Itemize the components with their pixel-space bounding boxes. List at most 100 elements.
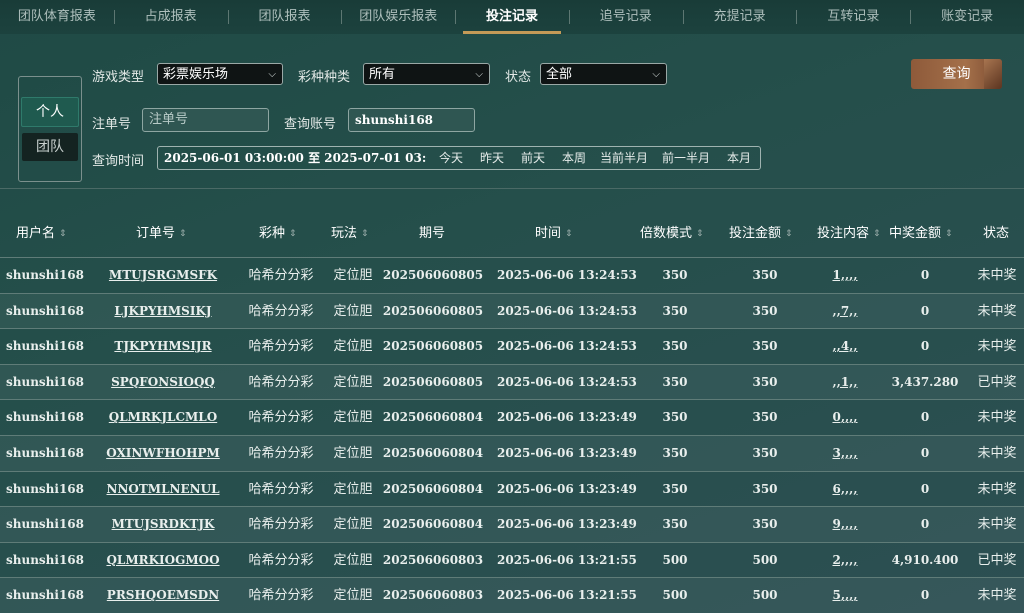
- game-type-select[interactable]: 彩票娱乐场 ⌵: [157, 63, 283, 85]
- column-header-bet-amount[interactable]: 投注金额 ⇕: [729, 215, 793, 253]
- tab-deposit-withdraw-records[interactable]: 充提记录: [682, 0, 797, 34]
- tab-team-report[interactable]: 团队报表: [227, 0, 342, 34]
- cell-status: 未中奖: [977, 410, 1017, 426]
- cell-username: shunshi168: [5, 268, 85, 282]
- order-no-placeholder: 注单号: [149, 112, 189, 127]
- tab-transfer-records[interactable]: 互转记录: [796, 0, 910, 34]
- cell-username: shunshi168: [5, 481, 85, 496]
- status-label: 状态: [505, 70, 532, 85]
- sort-arrows-icon[interactable]: ⇕: [785, 229, 793, 239]
- sort-arrows-icon[interactable]: ⇕: [361, 229, 369, 239]
- column-header-play[interactable]: 玩法 ⇕: [331, 215, 369, 253]
- header-label: 投注金额: [729, 226, 782, 241]
- column-header-lottery[interactable]: 彩种 ⇕: [259, 215, 297, 253]
- cell-time: 2025-06-06 13:24:53: [497, 339, 637, 354]
- cell-order-no[interactable]: NNOTMLNENUL: [103, 472, 223, 507]
- cell-status: 未中奖: [977, 268, 1017, 283]
- cell-time: 2025-06-06 13:24:53: [497, 374, 637, 389]
- cell-issue: 202506060804: [382, 445, 484, 460]
- chevron-down-icon: ⌵: [268, 69, 276, 80]
- table-row: shunshi168 LJKPYHMSIKJ 哈希分分彩 定位胆 20250606080…: [0, 292, 1024, 329]
- cell-order-no[interactable]: PRSHQOEMSDN: [103, 578, 223, 613]
- cell-issue: 202506060803: [382, 588, 484, 603]
- cell-issue: 202506060805: [382, 268, 484, 282]
- game-type-value: 彩票娱乐场: [163, 67, 229, 82]
- sort-arrows-icon[interactable]: ⇕: [696, 229, 704, 239]
- quick-range-today[interactable]: 今天: [439, 147, 463, 169]
- tab-bet-records[interactable]: 投注记录: [455, 0, 569, 34]
- order-no-input[interactable]: 注单号: [142, 108, 269, 132]
- column-header-issue: 期号: [419, 226, 446, 241]
- table-row: shunshi168 PRSHQOEMSDN 哈希分分彩 定位胆 20250606080…: [0, 577, 1024, 613]
- chevron-down-icon: ⌵: [475, 69, 483, 80]
- status-select[interactable]: 全部 ⌵: [540, 63, 667, 85]
- quick-range-this-month[interactable]: 本月: [727, 147, 751, 169]
- column-header-win-amount[interactable]: 中奖金额 ⇕: [889, 215, 953, 253]
- team-toggle-button[interactable]: 团队: [22, 133, 78, 161]
- column-header-time[interactable]: 时间 ⇕: [535, 215, 573, 253]
- cell-username: shunshi168: [5, 339, 85, 354]
- lottery-type-label: 彩种种类: [298, 70, 351, 85]
- tab-share-report[interactable]: 占成报表: [113, 0, 228, 34]
- table-header: 用户名 ⇕ 订单号 ⇕ 彩种 ⇕ 玩法 ⇕ 期号 时间 ⇕ 倍数模式 ⇕ 投注金额 ⇕ 投注内…: [0, 215, 1024, 253]
- sort-arrows-icon[interactable]: ⇕: [179, 229, 187, 239]
- tab-team-entertainment-report[interactable]: 团队娱乐报表: [341, 0, 455, 34]
- tab-team-sports-report[interactable]: 团队体育报表: [0, 0, 114, 34]
- cell-order-no[interactable]: LJKPYHMSIKJ: [103, 294, 223, 329]
- account-value: shunshi168: [355, 113, 434, 127]
- cell-order-no[interactable]: QLMRKIOGMOO: [103, 543, 223, 578]
- table-row: shunshi168 SPQFONSIOQQ 哈希分分彩 定位胆 20250606080…: [0, 363, 1024, 400]
- quick-range-yesterday[interactable]: 昨天: [480, 147, 504, 169]
- sort-arrows-icon[interactable]: ⇕: [873, 229, 881, 239]
- account-input[interactable]: shunshi168: [348, 108, 475, 132]
- cell-order-no[interactable]: TJKPYHMSIJR: [103, 329, 223, 364]
- bet-records-table: shunshi168 MTUJSRGMSFK 哈希分分彩 定位胆 20250606080…: [0, 257, 1024, 613]
- tab-chase-records[interactable]: 追号记录: [568, 0, 683, 34]
- cell-username: shunshi168: [5, 303, 85, 318]
- column-header-bet-content[interactable]: 投注内容 ⇕: [817, 215, 881, 253]
- cell-order-no[interactable]: MTUJSRGMSFK: [103, 258, 223, 293]
- header-label: 彩种: [259, 226, 286, 241]
- cell-issue: 202506060805: [382, 339, 484, 354]
- tab-account-change-records[interactable]: 账变记录: [910, 0, 1024, 34]
- header-label: 玩法: [331, 226, 358, 241]
- quick-range-this-week[interactable]: 本周: [562, 147, 586, 169]
- table-row: shunshi168 TJKPYHMSIJR 哈希分分彩 定位胆 20250606080…: [0, 328, 1024, 364]
- cell-time: 2025-06-06 13:21:55: [497, 552, 637, 567]
- cell-order-no[interactable]: OXINWFHOHPM: [103, 436, 223, 471]
- sort-arrows-icon[interactable]: ⇕: [565, 229, 573, 239]
- table-row: shunshi168 MTUJSRGMSFK 哈希分分彩 定位胆 20250606080…: [0, 257, 1024, 293]
- query-time-label: 查询时间: [92, 154, 145, 169]
- table-row: shunshi168 QLMRKIOGMOO 哈希分分彩 定位胆 20250606080…: [0, 541, 1024, 578]
- cell-status: 未中奖: [977, 303, 1017, 319]
- quick-range-previous-half-month[interactable]: 前一半月: [662, 147, 710, 169]
- personal-toggle-button[interactable]: 个人: [21, 97, 79, 127]
- cell-order-no[interactable]: MTUJSRDKTJK: [103, 507, 223, 542]
- table-row: shunshi168 OXINWFHOHPM 哈希分分彩 定位胆 20250606080…: [0, 434, 1024, 471]
- quick-range-day-before[interactable]: 前天: [521, 147, 545, 169]
- cell-status: 未中奖: [977, 517, 1017, 533]
- sort-arrows-icon[interactable]: ⇕: [289, 229, 297, 239]
- date-range-input[interactable]: 2025-06-01 03:00:00 至 2025-07-01 03:00:0…: [157, 146, 761, 170]
- lottery-type-select[interactable]: 所有 ⌵: [363, 63, 490, 85]
- cell-issue: 202506060805: [382, 303, 484, 318]
- table-row: shunshi168 MTUJSRDKTJK 哈希分分彩 定位胆 20250606080…: [0, 506, 1024, 542]
- cell-status: 未中奖: [977, 339, 1017, 355]
- column-header-order-no[interactable]: 订单号 ⇕: [136, 215, 187, 253]
- sort-arrows-icon[interactable]: ⇕: [59, 229, 67, 239]
- cell-time: 2025-06-06 13:23:49: [497, 481, 637, 496]
- sort-arrows-icon[interactable]: ⇕: [945, 229, 953, 239]
- cell-status: 未中奖: [977, 445, 1017, 461]
- cell-time: 2025-06-06 13:23:49: [497, 445, 637, 460]
- cell-issue: 202506060804: [382, 410, 484, 425]
- cell-status: 未中奖: [977, 481, 1017, 497]
- cell-status: 已中奖: [977, 374, 1017, 390]
- quick-range-current-half-month[interactable]: 当前半月: [600, 147, 648, 169]
- cell-username: shunshi168: [5, 445, 85, 460]
- query-button[interactable]: 查询: [911, 59, 1002, 89]
- column-header-multiple[interactable]: 倍数模式 ⇕: [640, 215, 704, 253]
- cell-order-no[interactable]: SPQFONSIOQQ: [103, 365, 223, 400]
- column-header-username[interactable]: 用户名 ⇕: [16, 215, 67, 253]
- cell-order-no[interactable]: QLMRKJLCMLO: [103, 400, 223, 435]
- cell-username: shunshi168: [5, 517, 85, 532]
